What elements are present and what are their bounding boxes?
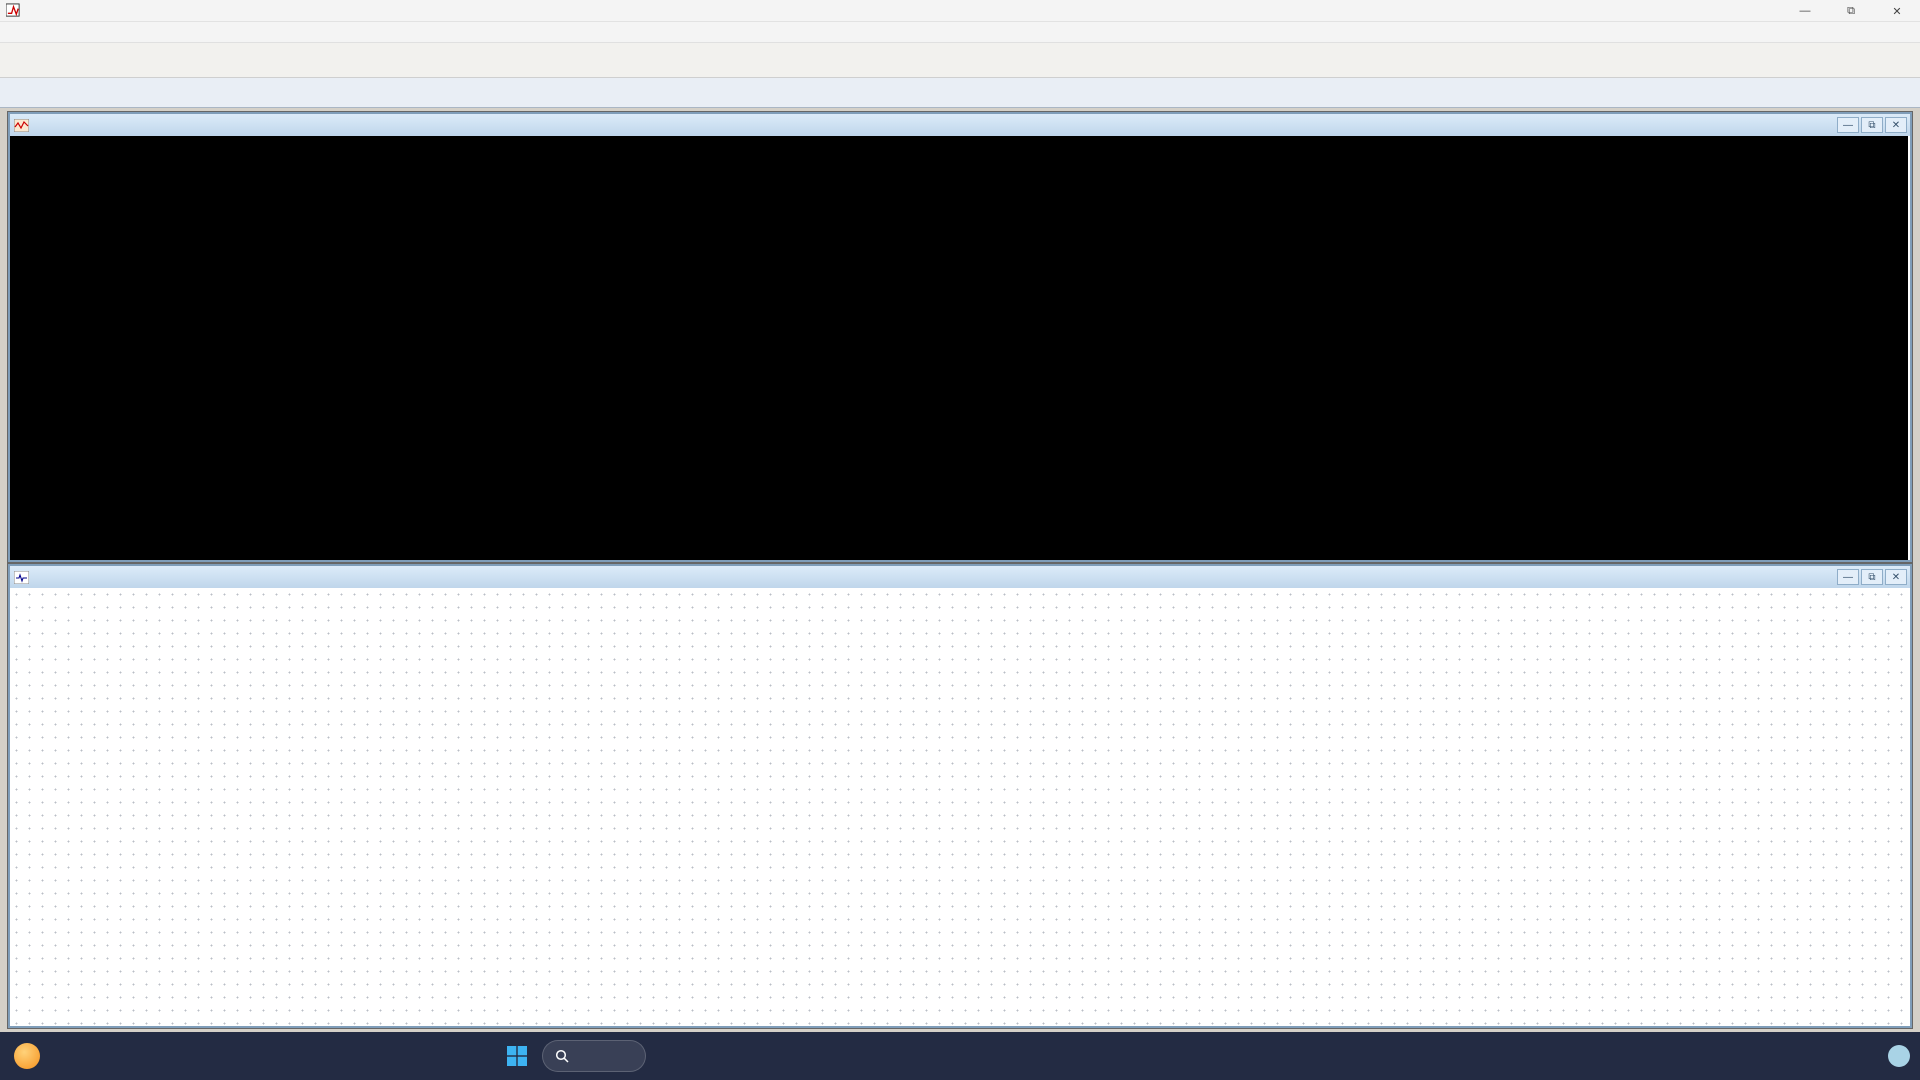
system-tray [1860, 1032, 1920, 1080]
schematic-canvas[interactable] [10, 588, 1908, 1026]
taskbar [0, 1032, 1920, 1080]
start-button[interactable] [500, 1039, 534, 1073]
schematic-close-button[interactable]: ✕ [1885, 569, 1907, 585]
waveform-window-titlebar[interactable]: — ⧉ ✕ [10, 114, 1910, 136]
window-minimize-button[interactable]: — [1782, 0, 1828, 22]
windows-logo-icon [506, 1045, 528, 1067]
app-titlebar: — ⧉ ✕ [0, 0, 1920, 22]
plot-close-button[interactable]: ✕ [1885, 117, 1907, 133]
schematic-window-titlebar[interactable]: — ⧉ ✕ [10, 566, 1910, 588]
waveform-window-icon [14, 119, 29, 132]
search-icon [555, 1049, 569, 1063]
window-close-button[interactable]: ✕ [1874, 0, 1920, 22]
window-restore-button[interactable]: ⧉ [1828, 0, 1874, 22]
waveform-window: — ⧉ ✕ [8, 112, 1912, 562]
plot-restore-button[interactable]: ⧉ [1861, 117, 1883, 133]
schematic-restore-button[interactable]: ⧉ [1861, 569, 1883, 585]
notification-badge[interactable] [1888, 1045, 1910, 1067]
menu-bar [0, 22, 1920, 42]
tab-bar [0, 78, 1920, 108]
taskbar-search[interactable] [542, 1040, 646, 1072]
ltspice-app-icon [6, 3, 21, 18]
waveform-plot-area[interactable] [10, 136, 1908, 560]
plot-minimize-button[interactable]: — [1837, 117, 1859, 133]
schematic-window: — ⧉ ✕ [8, 564, 1912, 1028]
taskbar-weather-widget[interactable] [0, 1043, 210, 1069]
schematic-minimize-button[interactable]: — [1837, 569, 1859, 585]
schematic-window-icon [14, 571, 29, 584]
sunny-weather-icon [14, 1043, 40, 1069]
toolbar [0, 42, 1920, 78]
